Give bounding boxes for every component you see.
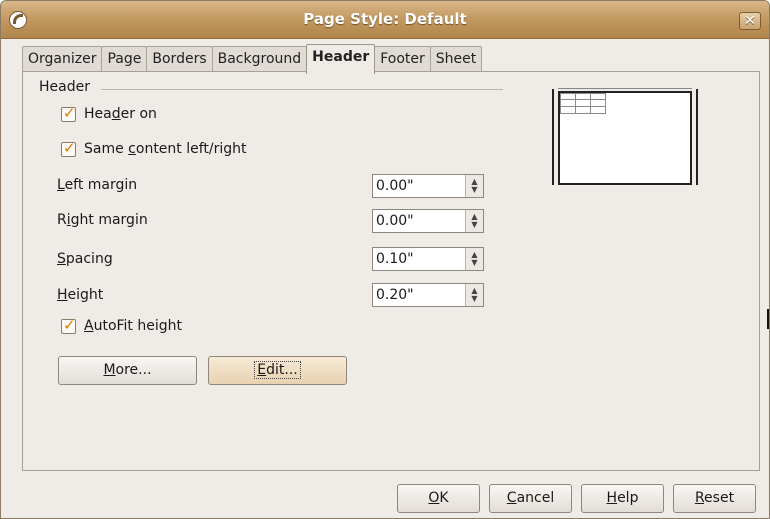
tab-bar: Organizer Page Borders Background Header…: [22, 44, 483, 74]
reset-button[interactable]: Reset: [673, 484, 756, 513]
right-margin-value[interactable]: 0.00": [373, 210, 465, 232]
header-preview: [552, 85, 698, 189]
header-on-label: Header on: [84, 106, 157, 122]
section-divider: [101, 89, 503, 90]
preview-right-edge: [696, 89, 698, 185]
tab-header[interactable]: Header: [306, 44, 376, 74]
spin-arrows-icon[interactable]: ▲ ▼: [465, 248, 483, 270]
header-on-checkbox[interactable]: ✓ Header on: [61, 103, 157, 122]
same-content-checkbox[interactable]: ✓ Same content left/right: [61, 138, 247, 157]
tab-footer[interactable]: Footer: [374, 46, 431, 72]
help-button[interactable]: Help: [581, 484, 664, 513]
same-content-label: Same content left/right: [84, 141, 247, 157]
spin-arrows-icon[interactable]: ▲ ▼: [465, 175, 483, 197]
height-spinbox[interactable]: 0.20" ▲ ▼: [372, 283, 484, 307]
height-label: Height: [57, 287, 104, 303]
right-margin-spinbox[interactable]: 0.00" ▲ ▼: [372, 209, 484, 233]
checkbox-box[interactable]: ✓: [61, 315, 76, 334]
spacing-spinbox[interactable]: 0.10" ▲ ▼: [372, 247, 484, 271]
dialog-title: Page Style: Default: [303, 10, 467, 28]
tab-organizer[interactable]: Organizer: [22, 46, 103, 72]
autofit-height-checkbox[interactable]: ✓ AutoFit height: [61, 315, 182, 334]
checkbox-box[interactable]: ✓: [61, 138, 76, 157]
title-bar[interactable]: Page Style: Default ✕: [1, 1, 769, 39]
check-mark-icon: ✓: [63, 138, 76, 157]
right-margin-label: Right margin: [57, 212, 148, 228]
preview-header-line: [558, 88, 692, 89]
spacing-label: Spacing: [57, 251, 113, 267]
preview-left-edge: [552, 89, 554, 185]
preview-table-icon: [560, 93, 606, 114]
height-value[interactable]: 0.20": [373, 284, 465, 306]
check-mark-icon: ✓: [63, 103, 76, 122]
autofit-height-label: AutoFit height: [84, 318, 182, 334]
left-margin-value[interactable]: 0.00": [373, 175, 465, 197]
tab-borders[interactable]: Borders: [146, 46, 213, 72]
more-button[interactable]: More...: [58, 356, 197, 385]
edit-button[interactable]: Edit...: [208, 356, 347, 385]
focus-ring: Edit...: [254, 361, 301, 379]
cancel-button[interactable]: Cancel: [489, 484, 572, 513]
left-margin-spinbox[interactable]: 0.00" ▲ ▼: [372, 174, 484, 198]
tab-sheet[interactable]: Sheet: [429, 46, 483, 72]
tab-page[interactable]: Page: [101, 46, 148, 72]
left-margin-label: Left margin: [57, 177, 138, 193]
checkbox-box[interactable]: ✓: [61, 103, 76, 122]
close-button[interactable]: ✕: [739, 12, 761, 30]
spacing-value[interactable]: 0.10": [373, 248, 465, 270]
header-section-title: Header: [39, 79, 90, 95]
check-mark-icon: ✓: [63, 315, 76, 334]
tab-background[interactable]: Background: [211, 46, 308, 72]
page-style-dialog: Page Style: Default ✕ Organizer Page Bor…: [0, 0, 770, 519]
spin-arrows-icon[interactable]: ▲ ▼: [465, 284, 483, 306]
ok-button[interactable]: OK: [397, 484, 480, 513]
spin-arrows-icon[interactable]: ▲ ▼: [465, 210, 483, 232]
